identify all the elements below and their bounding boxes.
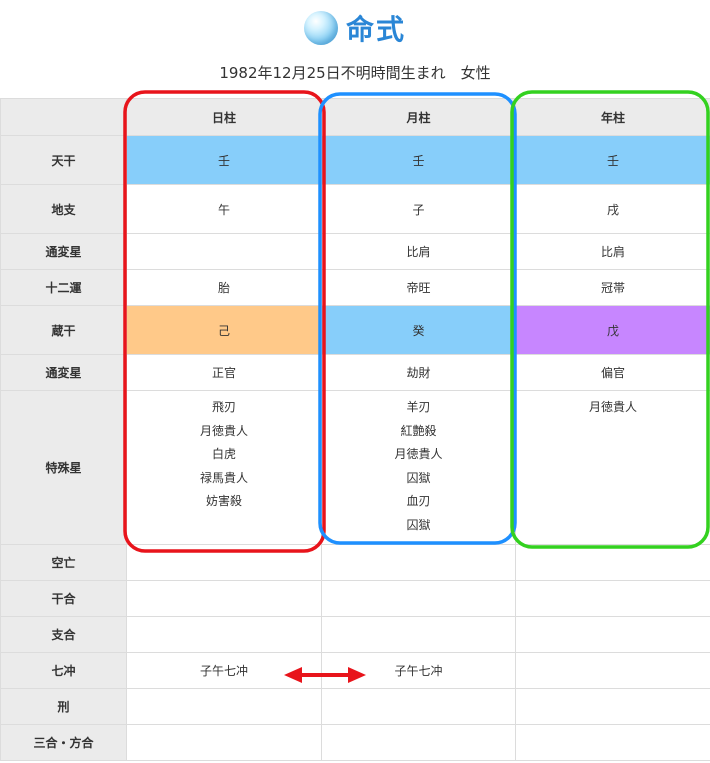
tokushu-star: 禄馬貴人 <box>199 470 248 485</box>
tokushu-star: 紅艶殺 <box>400 423 437 438</box>
kei-year <box>515 688 710 725</box>
corner-cell <box>0 98 127 136</box>
kubou-month <box>321 544 516 581</box>
row-label-juniun: 十二運 <box>0 269 127 306</box>
shichichu-month: 子午七冲 <box>321 652 516 689</box>
row-label-shigou: 支合 <box>0 616 127 653</box>
meishiki-table: 日柱 月柱 年柱 天干 壬 壬 壬 地支 午 子 戌 通変星 比肩 比肩 十二運… <box>0 98 710 761</box>
tsuhen-zoukan-day: 正官 <box>126 354 322 391</box>
tokushu-year: 月徳貴人 <box>515 390 710 545</box>
juniun-day: 胎 <box>126 269 322 306</box>
tsuhen-day <box>126 233 322 270</box>
shigou-year <box>515 616 710 653</box>
chishi-year: 戌 <box>515 184 710 234</box>
shigou-day <box>126 616 322 653</box>
row-label-kangou: 干合 <box>0 580 127 617</box>
row-label-sangou: 三合・方合 <box>0 724 127 761</box>
tokushu-star: 月徳貴人 <box>199 423 248 438</box>
bubble-icon <box>303 11 338 45</box>
row-label-zoukan: 蔵干 <box>0 305 127 355</box>
row-label-kei: 刑 <box>0 688 127 725</box>
tokushu-star: 妨害殺 <box>205 494 242 508</box>
kei-day <box>126 688 322 725</box>
chart-header: 命式 <box>0 8 710 50</box>
tenkan-day: 壬 <box>126 135 322 185</box>
tsuhen-zoukan-year: 偏官 <box>515 354 710 391</box>
column-header-day: 日柱 <box>126 98 322 136</box>
birth-info: 1982年12月25日不明時間生まれ 女性 <box>219 64 491 82</box>
chishi-month: 子 <box>321 184 516 234</box>
kubou-day <box>126 544 322 581</box>
juniun-year: 冠帯 <box>515 269 710 306</box>
row-label-tsuhen: 通変星 <box>0 233 127 270</box>
tokushu-star: 囚獄 <box>406 470 431 485</box>
shichichu-day: 子午七冲 <box>126 652 322 689</box>
row-label-tsuhen-zoukan: 通変星 <box>0 354 127 391</box>
shigou-month <box>321 616 516 653</box>
page-title: 命式 <box>345 13 406 46</box>
tokushu-star: 羊刃 <box>406 400 431 414</box>
tokushu-month: 羊刃 紅艶殺 月徳貴人 囚獄 血刃 囚獄 <box>321 390 516 545</box>
kei-month <box>321 688 516 725</box>
zoukan-month: 癸 <box>321 305 516 355</box>
sangou-month <box>321 724 516 761</box>
column-header-month: 月柱 <box>321 98 516 136</box>
tsuhen-month: 比肩 <box>321 233 516 270</box>
chishi-day: 午 <box>126 184 322 234</box>
sangou-year <box>515 724 710 761</box>
shichichu-year <box>515 652 710 689</box>
tsuhen-year: 比肩 <box>515 233 710 270</box>
kangou-day <box>126 580 322 617</box>
row-label-tokushu: 特殊星 <box>0 390 127 545</box>
row-label-kubou: 空亡 <box>0 544 127 581</box>
row-label-chishi: 地支 <box>0 184 127 234</box>
zoukan-day: 己 <box>126 305 322 355</box>
tenkan-month: 壬 <box>321 135 516 185</box>
zoukan-year: 戊 <box>515 305 710 355</box>
tsuhen-zoukan-month: 劫財 <box>321 354 516 391</box>
tokushu-star: 囚獄 <box>406 517 431 532</box>
kangou-year <box>515 580 710 617</box>
sangou-day <box>126 724 322 761</box>
row-label-shichichu: 七冲 <box>0 652 127 689</box>
tokushu-star: 血刃 <box>406 494 431 508</box>
row-label-tenkan: 天干 <box>0 135 127 185</box>
tokushu-star: 月徳貴人 <box>588 400 637 414</box>
kubou-year <box>515 544 710 581</box>
tokushu-star: 白虎 <box>211 447 236 461</box>
tokushu-day: 飛刃 月徳貴人 白虎 禄馬貴人 妨害殺 <box>126 390 322 545</box>
column-header-year: 年柱 <box>515 98 710 136</box>
juniun-month: 帝旺 <box>321 269 516 306</box>
tokushu-star: 月徳貴人 <box>394 447 443 461</box>
tokushu-star: 飛刃 <box>211 400 236 414</box>
tenkan-year: 壬 <box>515 135 710 185</box>
kangou-month <box>321 580 516 617</box>
